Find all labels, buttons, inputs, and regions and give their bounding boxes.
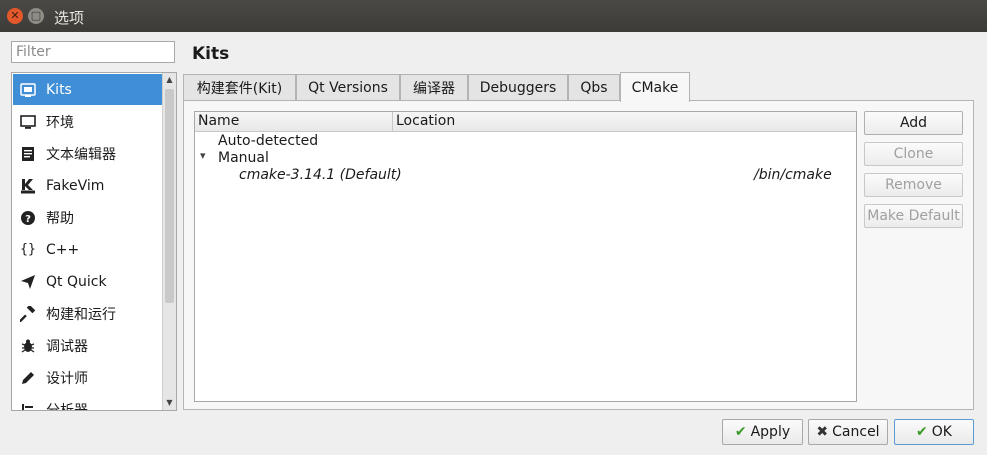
tree-header: Name Location (195, 112, 856, 132)
tab-debuggers[interactable]: Debuggers (468, 74, 568, 101)
apply-label: Apply (750, 424, 791, 440)
filter-input[interactable] (11, 41, 175, 63)
sidebar-item-build-run[interactable]: 构建和运行 (13, 298, 162, 329)
title-bar: ✕ □ 选项 (0, 0, 987, 32)
cmake-tab-pane: Name Location Auto-detected ▾ Manual cma… (183, 100, 974, 410)
sidebar-item-label: 设计师 (46, 370, 88, 387)
scroll-up-arrow-icon[interactable]: ▲ (163, 73, 176, 87)
close-window-button[interactable]: ✕ (7, 8, 23, 24)
sidebar-item-label: 分析器 (46, 402, 88, 411)
sidebar-item-label: 调试器 (46, 338, 88, 355)
checkmark-icon: ✔ (916, 424, 928, 440)
tab-qbs[interactable]: Qbs (568, 74, 620, 101)
sidebar-item-label: C++ (46, 241, 80, 258)
tree-group-auto-detected[interactable]: Auto-detected (218, 133, 318, 149)
tree-row-name[interactable]: cmake-3.14.1 (Default) (239, 167, 402, 183)
hammer-icon (19, 305, 37, 323)
add-button[interactable]: Add (864, 111, 963, 135)
kits-icon (19, 81, 37, 99)
tree-row-location[interactable]: /bin/cmake (754, 167, 832, 183)
fakevim-icon (19, 177, 37, 195)
monitor-icon (19, 113, 37, 131)
sidebar-item-label: 构建和运行 (46, 306, 116, 323)
category-sidebar: Kits 环境 文本编辑器 FakeVim ? 帮助 {} C++ Qt Qui… (11, 72, 177, 411)
sidebar-scrollbar[interactable]: ▲ ▼ (162, 73, 176, 410)
scroll-down-arrow-icon[interactable]: ▼ (163, 396, 176, 410)
tab-kits[interactable]: 构建套件(Kit) (183, 74, 296, 101)
sidebar-item-environment[interactable]: 环境 (13, 106, 162, 137)
svg-text:?: ? (25, 214, 31, 225)
pencil-icon (19, 369, 37, 387)
cmake-tree-view[interactable]: Name Location Auto-detected ▾ Manual cma… (194, 111, 857, 402)
sidebar-item-debugger[interactable]: 调试器 (13, 330, 162, 361)
sidebar-item-help[interactable]: ? 帮助 (13, 202, 162, 233)
tab-compilers[interactable]: 编译器 (400, 74, 468, 101)
sidebar-item-cpp[interactable]: {} C++ (13, 234, 162, 265)
sidebar-item-qt-quick[interactable]: Qt Quick (13, 266, 162, 297)
sidebar-item-label: Kits (46, 81, 72, 98)
sidebar-item-label: FakeVim (46, 177, 105, 194)
sidebar-item-kits[interactable]: Kits (13, 74, 162, 105)
sidebar-item-text-editor[interactable]: 文本编辑器 (13, 138, 162, 169)
sidebar-item-label: Qt Quick (46, 273, 107, 290)
tree-group-manual[interactable]: Manual (218, 150, 269, 166)
tab-qt-versions[interactable]: Qt Versions (296, 74, 400, 101)
scrollbar-thumb[interactable] (165, 89, 174, 303)
maximize-window-button[interactable]: □ (28, 8, 44, 24)
cancel-label: Cancel (832, 424, 880, 440)
window-title: 选项 (54, 9, 85, 27)
sidebar-item-label: 文本编辑器 (46, 146, 116, 163)
column-header-name[interactable]: Name (198, 113, 239, 129)
help-icon: ? (19, 209, 37, 227)
sidebar-item-label: 环境 (46, 114, 74, 131)
checkmark-icon: ✔ (734, 424, 747, 440)
column-header-location[interactable]: Location (396, 113, 455, 129)
cancel-x-icon: ✖ (816, 424, 829, 440)
column-divider[interactable] (392, 112, 393, 131)
paper-plane-icon (19, 273, 37, 291)
sidebar-item-label: 帮助 (46, 210, 74, 227)
clone-button[interactable]: Clone (864, 142, 963, 166)
sidebar-item-designer[interactable]: 设计师 (13, 362, 162, 393)
analyzer-icon (19, 401, 37, 410)
braces-icon: {} (20, 242, 36, 257)
ok-label: OK (931, 424, 952, 440)
cancel-button[interactable]: ✖ Cancel (808, 419, 888, 445)
apply-button[interactable]: ✔ Apply (722, 419, 803, 445)
ok-button[interactable]: ✔ OK (894, 419, 974, 445)
page-title: Kits (192, 44, 230, 64)
expand-arrow-icon[interactable]: ▾ (200, 149, 206, 162)
tab-cmake[interactable]: CMake (620, 72, 690, 102)
bug-icon (19, 337, 37, 355)
remove-button[interactable]: Remove (864, 173, 963, 197)
make-default-button[interactable]: Make Default (864, 204, 963, 228)
sidebar-item-analyzer[interactable]: 分析器 (13, 394, 162, 411)
text-editor-icon (19, 145, 37, 163)
sidebar-item-fakevim[interactable]: FakeVim (13, 170, 162, 201)
